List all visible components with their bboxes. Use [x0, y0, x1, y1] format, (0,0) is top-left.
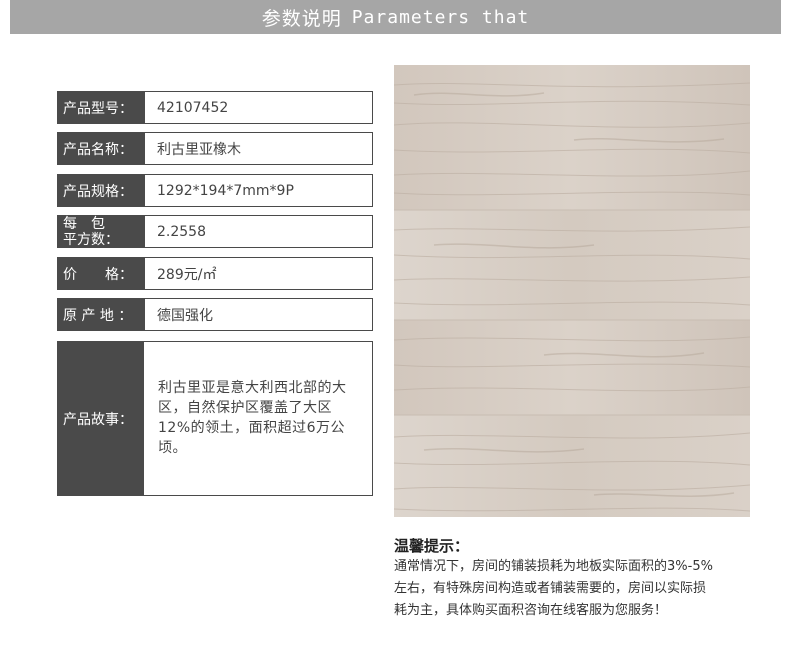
- spec-row-origin: 原 产 地 ： 德国强化: [57, 298, 373, 331]
- spec-row-size: 产品规格： 1292*194*7mm*9P: [57, 174, 373, 207]
- spec-label-price: 价 格：: [58, 258, 145, 289]
- spec-row-name: 产品名称： 利古里亚橡木: [57, 132, 373, 165]
- story-label: 产品故事：: [58, 342, 144, 495]
- tips-body: 通常情况下，房间的铺装损耗为地板实际面积的3%-5%左右，有特殊房间构造或者铺装…: [394, 559, 713, 618]
- spec-label-model: 产品型号：: [58, 92, 145, 123]
- tips-title: 温馨提示：: [394, 537, 470, 555]
- spec-label-name: 产品名称：: [58, 133, 145, 164]
- spec-label-area-line2: 平方数：: [63, 231, 119, 248]
- spec-label-origin: 原 产 地 ：: [58, 299, 145, 330]
- spec-row-price: 价 格： 289元/㎡: [57, 257, 373, 290]
- spec-value-price: 289元/㎡: [157, 266, 217, 283]
- spec-label-area: 每 包 平方数：: [58, 215, 145, 248]
- header-title-en: Parameters that: [351, 6, 530, 28]
- spec-value-origin: 德国强化: [157, 307, 213, 324]
- story-text: 利古里亚是意大利西北部的大区，自然保护区覆盖了大区12%的领土，面积超过6万公顷…: [158, 380, 347, 456]
- spec-row-area: 每 包 平方数： 2.2558: [57, 215, 373, 248]
- spec-value-model: 42107452: [157, 99, 229, 116]
- wood-sample-image: [394, 65, 750, 517]
- spec-value-size: 1292*194*7mm*9P: [157, 182, 294, 199]
- story-row: 产品故事： 利古里亚是意大利西北部的大区，自然保护区覆盖了大区12%的领土，面积…: [57, 341, 373, 496]
- section-header: 参数说明 Parameters that: [10, 0, 781, 34]
- spec-value-area: 2.2558: [157, 223, 206, 240]
- header-title-cn: 参数说明: [261, 7, 342, 30]
- spec-label-area-line1: 每 包: [63, 215, 105, 232]
- spec-value-name: 利古里亚橡木: [157, 141, 241, 158]
- wood-texture: [394, 65, 750, 517]
- spec-row-model: 产品型号： 42107452: [57, 91, 373, 124]
- spec-label-size: 产品规格：: [58, 175, 145, 206]
